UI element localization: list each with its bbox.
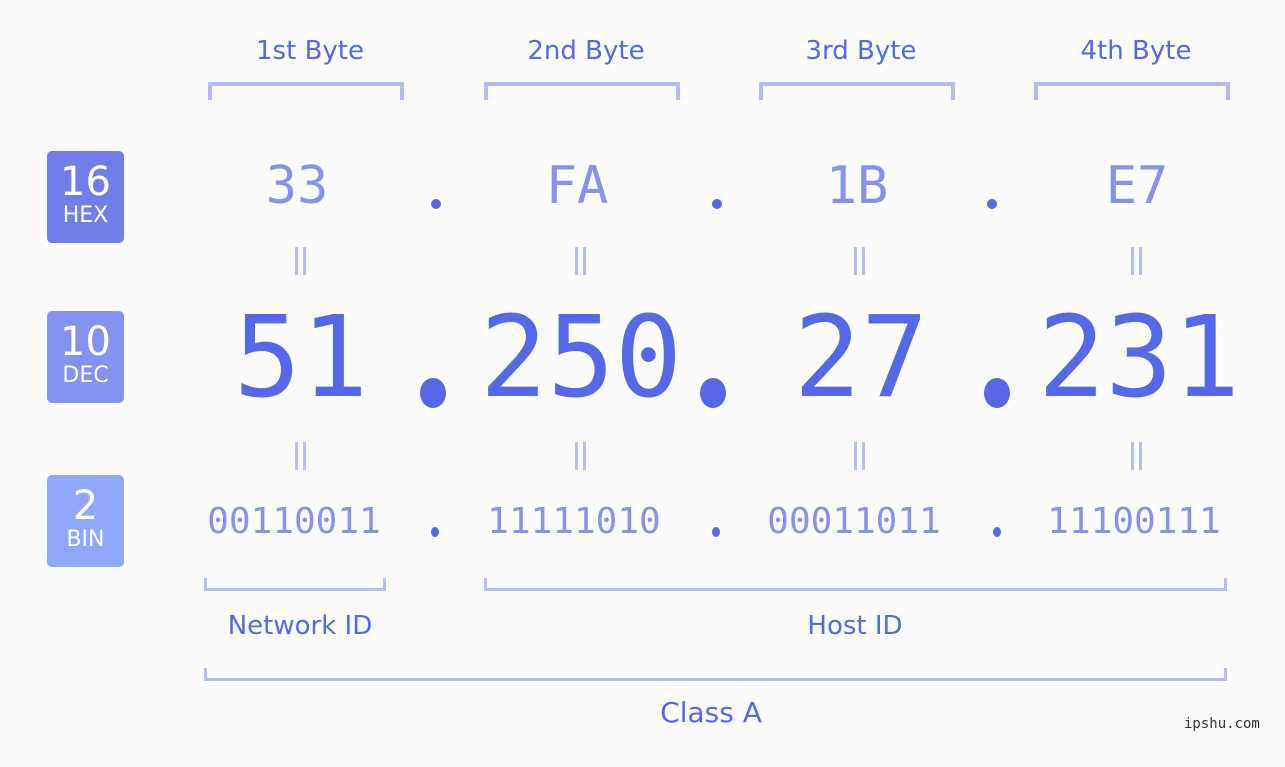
- host-id-label: Host ID: [807, 611, 903, 641]
- byte-bracket-3: [759, 82, 955, 100]
- dec-byte-1: 51: [233, 293, 369, 423]
- bin-byte-1: 00110011: [207, 501, 381, 542]
- dec-badge: 10 DEC: [47, 311, 124, 403]
- dec-base-label: DEC: [62, 363, 109, 388]
- byte-label-2: 2nd Byte: [527, 36, 645, 66]
- equals-sign: [851, 247, 867, 275]
- hex-dot-separator: [987, 199, 997, 209]
- bin-byte-4: 11100111: [1047, 501, 1221, 542]
- hex-base-label: HEX: [62, 203, 109, 228]
- dec-dot-separator: [984, 378, 1010, 408]
- dec-dot-separator: [700, 378, 726, 408]
- byte-label-3: 3rd Byte: [805, 36, 917, 66]
- byte-bracket-1: [208, 82, 404, 100]
- bin-dot-separator: [431, 527, 439, 537]
- bin-base-number: 2: [72, 483, 99, 529]
- equals-sign: [851, 442, 867, 470]
- dec-byte-2: 250: [479, 293, 683, 423]
- byte-label-4: 4th Byte: [1080, 36, 1192, 66]
- equals-sign: [292, 442, 308, 470]
- hex-byte-3: 1B: [825, 156, 889, 216]
- network-id-label: Network ID: [227, 611, 373, 641]
- bin-byte-3: 00011011: [767, 501, 941, 542]
- dec-base-number: 10: [60, 319, 111, 365]
- hex-dot-separator: [712, 199, 722, 209]
- host-id-bracket: [484, 578, 1227, 591]
- bin-dot-separator: [712, 527, 720, 537]
- byte-bracket-2: [484, 82, 680, 100]
- bin-base-label: BIN: [66, 527, 105, 552]
- hex-byte-4: E7: [1105, 156, 1169, 216]
- dec-dot-separator: [420, 378, 446, 408]
- dec-byte-4: 231: [1037, 293, 1241, 423]
- bin-badge: 2 BIN: [47, 475, 124, 567]
- byte-label-1: 1st Byte: [256, 36, 364, 66]
- hex-base-number: 16: [60, 159, 111, 205]
- network-id-bracket: [204, 578, 386, 591]
- equals-sign: [572, 442, 588, 470]
- hex-byte-2: FA: [545, 156, 609, 216]
- watermark: ipshu.com: [1184, 716, 1260, 732]
- bin-byte-2: 11111010: [487, 501, 661, 542]
- equals-sign: [572, 247, 588, 275]
- class-bracket: [204, 668, 1227, 681]
- byte-bracket-4: [1034, 82, 1230, 100]
- hex-dot-separator: [431, 199, 441, 209]
- hex-byte-1: 33: [265, 156, 329, 216]
- equals-sign: [1128, 247, 1144, 275]
- bin-dot-separator: [993, 527, 1001, 537]
- hex-badge: 16 HEX: [47, 151, 124, 243]
- dec-byte-3: 27: [793, 293, 929, 423]
- equals-sign: [292, 247, 308, 275]
- class-label: Class A: [660, 696, 762, 729]
- equals-sign: [1128, 442, 1144, 470]
